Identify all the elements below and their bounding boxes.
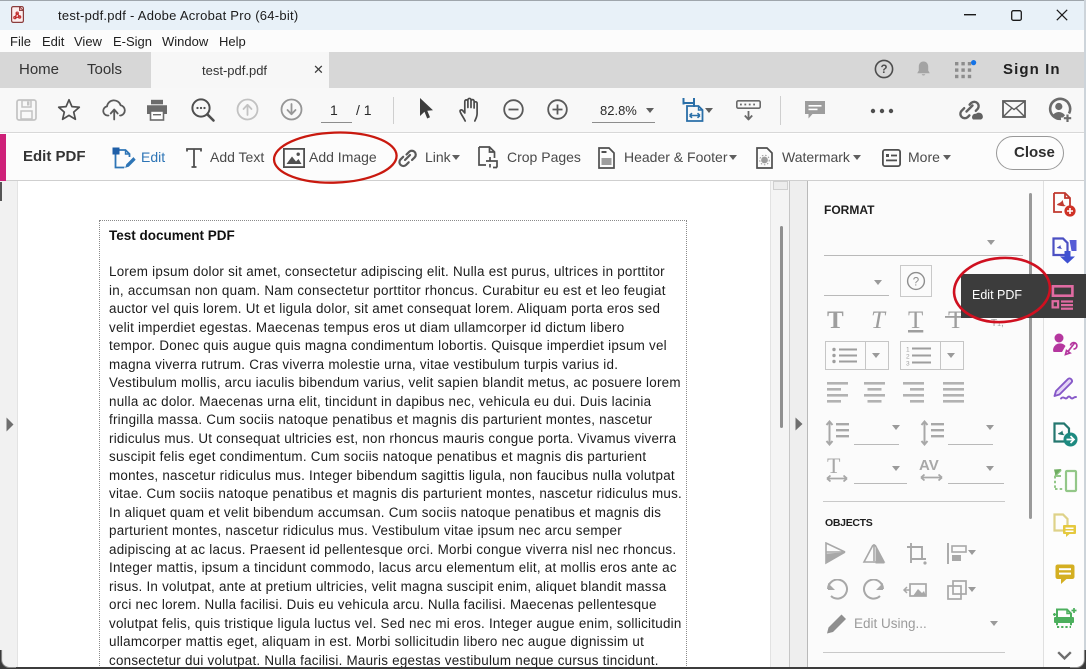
svg-text:?: ?	[880, 64, 887, 76]
svg-text:AV: AV	[919, 457, 939, 474]
svg-text:?: ?	[913, 276, 919, 288]
svg-text:T: T	[827, 455, 841, 478]
svg-text:T: T	[827, 307, 844, 333]
svg-text:T: T	[908, 307, 923, 333]
